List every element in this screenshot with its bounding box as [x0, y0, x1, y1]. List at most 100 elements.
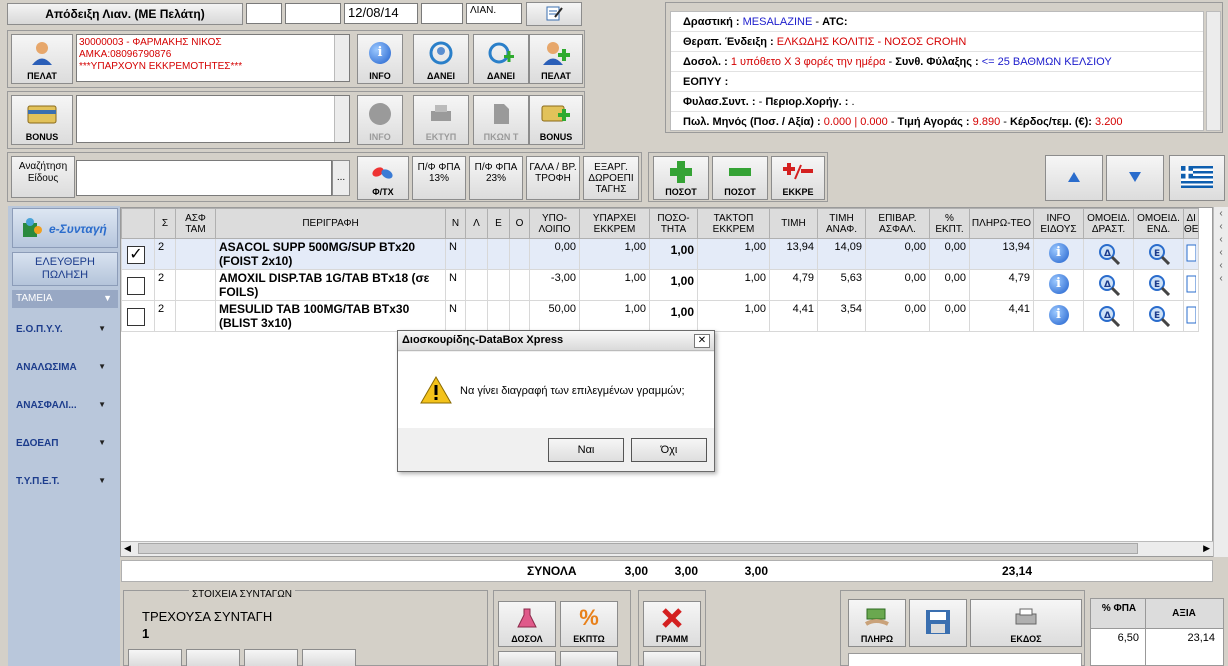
col-header-timi-anaf[interactable]: ΤΙΜΗ ΑΝΑΦ.: [817, 208, 866, 239]
prescription-action-4[interactable]: [302, 649, 356, 666]
table-row[interactable]: 2 MESULID TAB 100MG/TAB BTx30 (BLIST 3x1…: [121, 300, 1200, 332]
col-header-di[interactable]: ΔΙ ΘΕ: [1182, 208, 1200, 239]
magnifier-delta-icon[interactable]: Δ: [1098, 305, 1120, 328]
esyntagi-button[interactable]: e-Συνταγή: [12, 208, 118, 248]
info-icon[interactable]: i: [1048, 274, 1069, 294]
row-checkbox[interactable]: [127, 308, 145, 326]
receipt-field-1[interactable]: [246, 3, 282, 24]
save-button[interactable]: [909, 599, 967, 647]
cell-posotita[interactable]: 1,00: [649, 300, 698, 332]
tameia-header[interactable]: ΤΑΜΕΙΑ ▼: [12, 290, 118, 308]
sidebar-item-analosima[interactable]: ΑΝΑΛΩΣΙΜΑ ▼: [12, 350, 116, 386]
magnifier-delta-icon[interactable]: Δ: [1098, 243, 1120, 266]
col-header-plirwteo[interactable]: ΠΛΗΡΩ-ΤΕΟ: [969, 208, 1034, 239]
date-field[interactable]: 12/08/14: [344, 3, 418, 24]
col-header-taktop[interactable]: ΤΑΚΤΟΠ ΕΚΚΡΕΜ: [697, 208, 770, 239]
col-header-yparxei[interactable]: ΥΠΑΡΧΕΙ ΕΚΚΡΕΜ: [579, 208, 650, 239]
chevron-left-icon[interactable]: ‹: [1214, 272, 1228, 285]
dialog-yes-button[interactable]: Ναι: [548, 438, 624, 462]
discount-button[interactable]: % ΕΚΠΤΩ: [560, 601, 618, 647]
row-checkbox-cell[interactable]: ✓: [121, 238, 155, 270]
doc-icon[interactable]: [1186, 274, 1197, 294]
receipt-type-button[interactable]: Απόδειξη Λιαν. (ΜΕ Πελάτη): [7, 3, 243, 25]
chevron-left-icon[interactable]: ‹: [1214, 220, 1228, 233]
col-header-l[interactable]: Λ: [465, 208, 488, 239]
scroll-left-icon[interactable]: ◀: [124, 543, 131, 554]
col-header-omoeid-drast[interactable]: ΟΜΟΕΙΔ. ΔΡΑΣΤ.: [1083, 208, 1134, 239]
row-checkbox[interactable]: [127, 277, 145, 295]
cell-di[interactable]: [1182, 300, 1200, 332]
baby-food-button[interactable]: ΓΑΛΑ / ΒΡ. ΤΡΟΦΗ: [526, 156, 580, 200]
receipt-field-2[interactable]: [285, 3, 341, 24]
search-browse-button[interactable]: ...: [332, 160, 350, 196]
scroll-right-icon[interactable]: ▶: [1203, 543, 1210, 554]
dialog-no-button[interactable]: Όχι: [631, 438, 707, 462]
col-header-ypoloipo[interactable]: ΥΠΟ-ΛΟΙΠΟ: [529, 208, 580, 239]
bonus-points-button[interactable]: ΠΚΩΝ Τ: [473, 95, 529, 145]
receipt-field-3[interactable]: [421, 3, 463, 24]
loan-button-1[interactable]: ΔΑΝΕΙ: [413, 34, 469, 84]
qty-plus-button[interactable]: ΠΟΣΟΤ: [653, 156, 709, 200]
row-checkbox[interactable]: ✓: [127, 246, 145, 264]
cell-omoeid-end[interactable]: Ε: [1133, 238, 1184, 270]
extra-button-3[interactable]: [643, 651, 701, 666]
free-sale-button[interactable]: ΕΛΕΥΘΕΡΗ ΠΩΛΗΣΗ: [12, 252, 118, 286]
scroll-up-button[interactable]: [1045, 155, 1103, 201]
col-header-posotita[interactable]: ΠΟΣΟ-ΤΗΤΑ: [649, 208, 698, 239]
doc-icon[interactable]: [1186, 243, 1197, 263]
cell-posotita[interactable]: 1,00: [649, 269, 698, 301]
horizontal-scroll-thumb[interactable]: [138, 543, 1138, 554]
magnifier-e-icon[interactable]: Ε: [1148, 243, 1170, 266]
issue-button[interactable]: ΕΚΔΟΣ: [970, 599, 1082, 647]
customer-button[interactable]: ΠΕΛΑΤ: [11, 34, 73, 84]
chevron-left-icon[interactable]: ‹: [1214, 207, 1228, 220]
prescription-action-1[interactable]: [128, 649, 182, 666]
sidebar-item-typet[interactable]: Τ.Υ.Π.Ε.Τ. ▼: [12, 464, 116, 500]
drug-info-scrollbar[interactable]: [1206, 11, 1221, 131]
row-checkbox-cell[interactable]: [121, 269, 155, 301]
pf-fpa-13-button[interactable]: Π/Φ ΦΠΑ 13%: [412, 156, 466, 200]
customer-info-button[interactable]: i INFO: [357, 34, 403, 84]
sidebar-item-eopyy[interactable]: Ε.Ο.Π.Υ.Υ. ▼: [12, 312, 116, 348]
extra-button-2[interactable]: [560, 651, 618, 666]
customer-scrollbar[interactable]: [334, 35, 349, 81]
add-bonus-button[interactable]: BONUS: [529, 95, 583, 145]
sidebar-item-edoeap[interactable]: ΕΔΟΕΑΠ ▼: [12, 426, 116, 462]
cell-info[interactable]: i: [1033, 300, 1084, 332]
bonus-card-button[interactable]: BONUS: [11, 95, 73, 145]
doc-icon[interactable]: [1186, 305, 1197, 325]
add-customer-button[interactable]: ΠΕΛΑΤ: [529, 34, 583, 84]
col-header-ekpt[interactable]: % ΕΚΠΤ.: [929, 208, 970, 239]
dialog-close-button[interactable]: ✕: [694, 334, 710, 348]
info-icon[interactable]: i: [1048, 243, 1069, 263]
scroll-down-button[interactable]: [1106, 155, 1164, 201]
cell-omoeid-end[interactable]: Ε: [1133, 269, 1184, 301]
edit-note-button[interactable]: [526, 2, 582, 26]
col-header-o[interactable]: Ο: [509, 208, 530, 239]
delete-row-button[interactable]: ΓΡΑΜΜ: [643, 601, 701, 647]
payment-button[interactable]: ΠΛΗΡΩ: [848, 599, 906, 647]
prescription-action-3[interactable]: [244, 649, 298, 666]
gift-voucher-button[interactable]: ΕΞΑΡΓ. ΔΩΡΟΕΠΙ ΤΑΓΗΣ: [583, 156, 639, 200]
mode-field[interactable]: ΛΙΑΝ.: [466, 3, 522, 24]
cell-omoeid-drast[interactable]: Δ: [1083, 269, 1134, 301]
horizontal-scrollbar[interactable]: ◀ ▶: [121, 541, 1213, 556]
bonus-print-button[interactable]: ΕΚΤΥΠ: [413, 95, 469, 145]
loan-button-2[interactable]: ΔΑΝΕΙ: [473, 34, 529, 84]
cell-di[interactable]: [1182, 238, 1200, 270]
row-checkbox-cell[interactable]: [121, 300, 155, 332]
magnifier-e-icon[interactable]: Ε: [1148, 274, 1170, 297]
magnifier-delta-icon[interactable]: Δ: [1098, 274, 1120, 297]
cell-info[interactable]: i: [1033, 269, 1084, 301]
pending-button[interactable]: ΕΚΚΡΕ: [771, 156, 825, 200]
bonus-info-button[interactable]: INFO: [357, 95, 403, 145]
col-header-e[interactable]: Ε: [487, 208, 510, 239]
cell-info[interactable]: i: [1033, 238, 1084, 270]
cell-omoeid-drast[interactable]: Δ: [1083, 238, 1134, 270]
col-header-asf[interactable]: ΑΣΦ ΤΑΜ: [175, 208, 216, 239]
cell-posotita[interactable]: 1,00: [649, 238, 698, 270]
dosage-button[interactable]: ΔΟΣΟΛ: [498, 601, 556, 647]
col-header-timi[interactable]: ΤΙΜΗ: [769, 208, 818, 239]
column-scroll-strip[interactable]: ‹ ‹ ‹ ‹ ‹ ‹: [1213, 207, 1228, 557]
cell-omoeid-end[interactable]: Ε: [1133, 300, 1184, 332]
